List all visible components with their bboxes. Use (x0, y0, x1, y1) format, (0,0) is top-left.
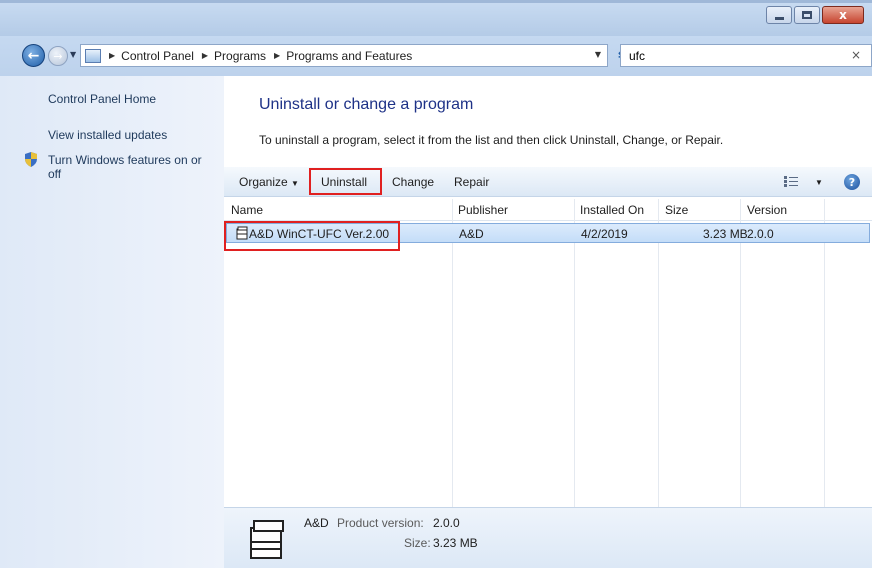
maximize-icon (802, 11, 812, 19)
program-publisher: A&D (459, 227, 484, 241)
back-arrow-icon: ← (27, 47, 40, 64)
details-publisher: A&D (304, 516, 329, 530)
breadcrumb-separator-icon[interactable]: ▶ (274, 51, 280, 60)
uninstall-button[interactable]: Uninstall (321, 175, 367, 189)
navigation-bar: ← → ▼ ▶ Control Panel ▶ Programs ▶ Progr… (0, 36, 872, 76)
column-divider[interactable] (740, 199, 741, 507)
table-header: Name Publisher Installed On Size Version (224, 199, 872, 221)
command-toolbar: Organize ▼ Uninstall Change Repair ▼ ? (224, 167, 872, 197)
details-size-label: Size: (404, 536, 431, 550)
minimize-button[interactable] (766, 6, 792, 24)
program-large-icon (250, 520, 284, 559)
search-box[interactable]: × (620, 44, 872, 67)
breadcrumb-programs-and-features[interactable]: Programs and Features (286, 49, 412, 63)
column-divider[interactable] (452, 199, 453, 507)
windows-features-link[interactable]: Turn Windows features on or (48, 153, 202, 167)
details-pane: A&D Product version: 2.0.0 Size: 3.23 MB (224, 507, 872, 568)
view-options-icon[interactable] (784, 176, 798, 187)
window-controls: x (766, 6, 864, 24)
shield-icon (25, 152, 37, 167)
breadcrumb-control-panel[interactable]: Control Panel (121, 49, 194, 63)
column-header-version[interactable]: Version (747, 203, 787, 217)
view-installed-updates-link[interactable]: View installed updates (48, 128, 167, 142)
program-version: 2.0.0 (747, 227, 774, 241)
control-panel-home-link[interactable]: Control Panel Home (48, 92, 156, 106)
recent-pages-dropdown-icon[interactable]: ▼ (70, 50, 76, 59)
main-content: Uninstall or change a program To uninsta… (224, 76, 872, 568)
title-bar: x (0, 0, 872, 36)
column-header-publisher[interactable]: Publisher (458, 203, 508, 217)
control-panel-icon (85, 48, 101, 63)
organize-dropdown-icon: ▼ (291, 179, 299, 188)
column-divider[interactable] (824, 199, 825, 507)
details-version-value: 2.0.0 (433, 516, 460, 530)
program-highlight (224, 221, 400, 251)
breadcrumb-separator-icon[interactable]: ▶ (109, 51, 115, 60)
column-header-size[interactable]: Size (665, 203, 688, 217)
view-dropdown-icon[interactable]: ▼ (815, 178, 823, 187)
minimize-icon (774, 16, 784, 20)
column-divider[interactable] (658, 199, 659, 507)
close-icon: x (839, 8, 847, 22)
organize-button[interactable]: Organize ▼ (239, 175, 299, 189)
windows-features-link-continued[interactable]: off (48, 167, 61, 181)
repair-button[interactable]: Repair (454, 175, 489, 189)
details-version-label: Product version: (337, 516, 424, 530)
program-installed-on: 4/2/2019 (581, 227, 628, 241)
forward-button[interactable]: → (48, 46, 68, 66)
sidebar: Control Panel Home View installed update… (0, 76, 224, 568)
page-title: Uninstall or change a program (259, 96, 474, 113)
help-icon[interactable]: ? (844, 174, 860, 190)
maximize-button[interactable] (794, 6, 820, 24)
address-dropdown-icon[interactable]: ▼ (595, 50, 601, 59)
column-header-installed-on[interactable]: Installed On (580, 203, 644, 217)
column-header-name[interactable]: Name (231, 203, 263, 217)
details-size-value: 3.23 MB (433, 536, 478, 550)
search-input[interactable] (629, 48, 839, 63)
address-bar[interactable]: ▶ Control Panel ▶ Programs ▶ Programs an… (80, 44, 608, 67)
program-size: 3.23 MB (703, 227, 748, 241)
column-divider[interactable] (574, 199, 575, 507)
organize-label: Organize (239, 175, 288, 189)
change-button[interactable]: Change (392, 175, 434, 189)
clear-search-icon[interactable]: × (851, 48, 861, 62)
close-button[interactable]: x (822, 6, 864, 24)
title-bar-edge (0, 0, 872, 3)
back-button[interactable]: ← (22, 44, 45, 67)
breadcrumb-separator-icon[interactable]: ▶ (202, 51, 208, 60)
forward-arrow-icon: → (53, 49, 63, 63)
breadcrumb-programs[interactable]: Programs (214, 49, 266, 63)
page-description: To uninstall a program, select it from t… (259, 133, 724, 147)
